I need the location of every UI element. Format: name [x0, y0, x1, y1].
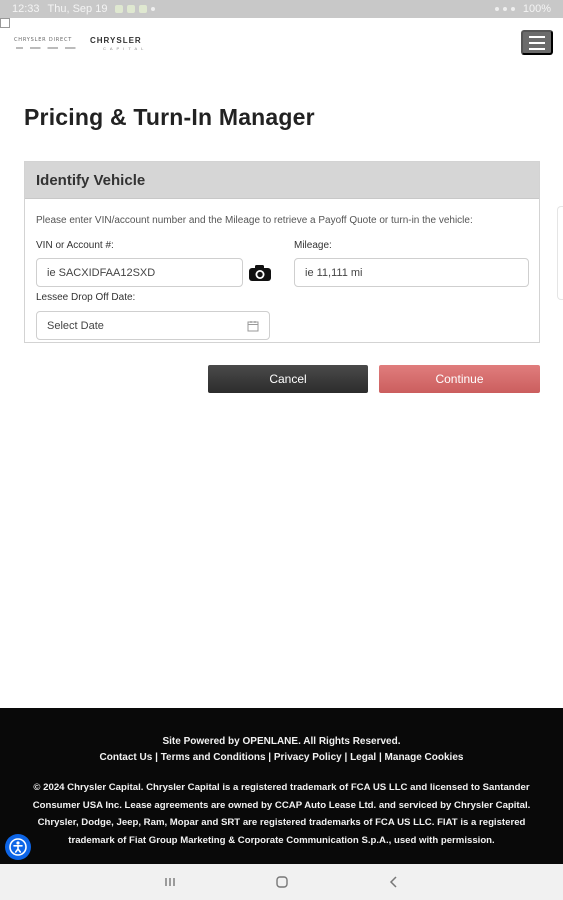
notification-dot-icon	[151, 7, 156, 11]
footer-separator: |	[376, 752, 385, 763]
page-title: Pricing & Turn-In Manager	[24, 104, 315, 130]
status-date: Thu, Sep 19	[47, 3, 108, 15]
hamburger-icon-line	[529, 35, 545, 38]
legal-link[interactable]: Legal	[350, 752, 376, 763]
notification-icons	[115, 5, 156, 13]
footer: Site Powered by OPENLANE. All Rights Res…	[0, 708, 563, 864]
notification-icon	[127, 5, 136, 13]
continue-button[interactable]: Continue	[379, 365, 540, 393]
notification-icon	[139, 5, 148, 13]
recent-apps-button[interactable]	[160, 872, 180, 892]
footer-links: Contact Us | Terms and Conditions | Priv…	[0, 752, 563, 763]
panel-header: Identify Vehicle	[25, 162, 539, 199]
vibrate-icon	[494, 7, 499, 11]
checkbox-overlay[interactable]	[0, 18, 10, 28]
dropoff-date-input[interactable]: Select Date	[36, 311, 270, 340]
footer-separator: |	[152, 752, 161, 763]
contact-us-link[interactable]: Contact Us	[100, 752, 153, 763]
home-button[interactable]	[272, 872, 292, 892]
status-bar: 12:33 Thu, Sep 19 100%	[0, 0, 563, 18]
brand-main-text: CHRYSLER	[90, 36, 142, 45]
brand-sub-text: CAPITAL	[103, 46, 148, 51]
terms-link[interactable]: Terms and Conditions	[161, 752, 266, 763]
cancel-button[interactable]: Cancel	[208, 365, 368, 393]
notification-icon	[115, 5, 124, 13]
manage-cookies-link[interactable]: Manage Cookies	[385, 752, 464, 763]
powered-by-text: Site Powered by OPENLANE. All Rights Res…	[162, 736, 401, 747]
connectivity-icons	[494, 7, 515, 11]
identify-vehicle-panel: Identify Vehicle Please enter VIN/accoun…	[24, 161, 540, 343]
vin-label: VIN or Account #:	[36, 240, 114, 251]
instruction-text: Please enter VIN/account number and the …	[36, 215, 473, 226]
battery-percent: 100%	[522, 3, 551, 15]
footer-separator: |	[341, 752, 351, 763]
accessibility-icon	[9, 838, 27, 856]
mileage-label: Mileage:	[294, 240, 332, 251]
vin-input[interactable]: ie SACXIDFAA12SXD	[36, 258, 243, 287]
hamburger-icon-line	[529, 47, 545, 50]
accessibility-button[interactable]	[5, 834, 31, 860]
status-time: 12:33	[12, 3, 40, 15]
home-icon	[275, 876, 288, 888]
camera-icon	[249, 264, 271, 281]
camera-button[interactable]	[247, 260, 273, 285]
brand-logo[interactable]: CHRYSLER DIRECT CHRYSLER CAPITAL	[14, 36, 154, 52]
brand-stripe	[16, 47, 86, 49]
mileage-input[interactable]: ie 11,111 mi	[294, 258, 529, 287]
brand-small-text: CHRYSLER DIRECT	[14, 37, 73, 43]
recent-apps-icon	[164, 878, 175, 886]
calendar-icon	[247, 320, 259, 331]
hamburger-icon-line	[529, 41, 545, 44]
menu-button[interactable]	[521, 30, 553, 55]
back-button[interactable]	[384, 872, 404, 892]
footer-separator: |	[265, 752, 274, 763]
battery-icon	[510, 7, 515, 11]
legal-disclaimer: © 2024 Chrysler Capital. Chrysler Capita…	[32, 782, 531, 846]
dropoff-date-label: Lessee Drop Off Date:	[36, 292, 136, 303]
scroll-indicator[interactable]	[557, 206, 563, 300]
date-placeholder: Select Date	[47, 319, 104, 332]
wifi-icon	[502, 7, 507, 11]
android-navigation-bar	[0, 864, 563, 900]
privacy-link[interactable]: Privacy Policy	[274, 752, 342, 763]
back-icon	[389, 876, 397, 888]
